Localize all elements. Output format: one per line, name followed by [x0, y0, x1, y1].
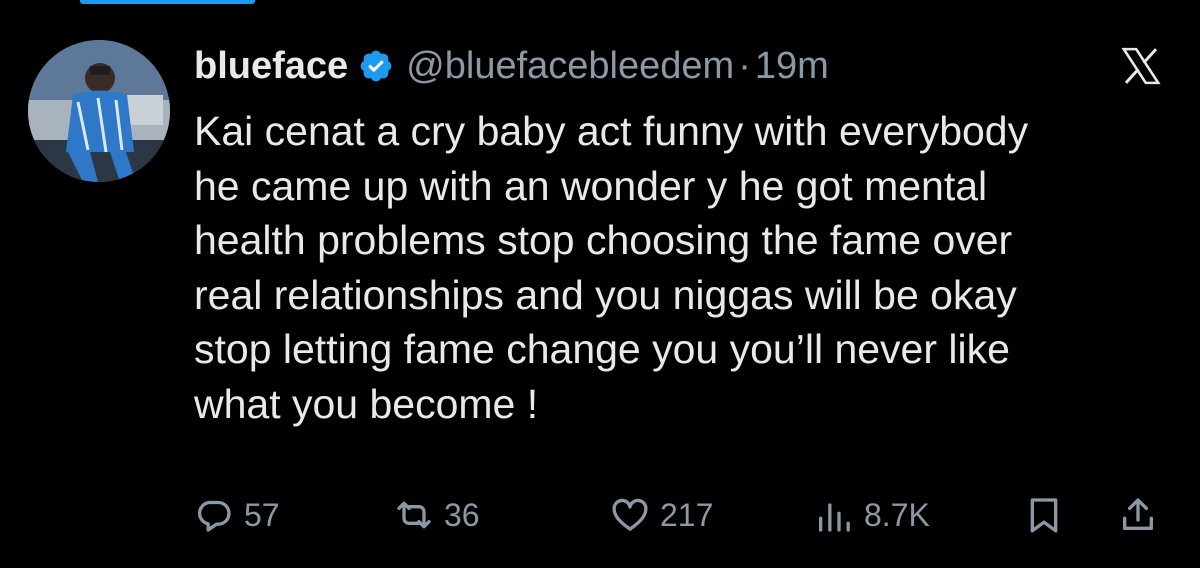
tweet-timestamp[interactable]: 19m — [755, 45, 829, 88]
verified-badge-icon — [360, 50, 392, 82]
x-logo-icon — [1121, 47, 1161, 85]
heart-icon — [612, 498, 648, 531]
bookmark-button[interactable] — [1024, 492, 1064, 538]
tweet-actions: 57 36 217 8.7K — [194, 492, 1184, 538]
views-button[interactable]: 8.7K — [814, 492, 930, 538]
share-icon — [1123, 498, 1153, 530]
views-count: 8.7K — [864, 496, 930, 533]
reply-count: 57 — [244, 496, 280, 533]
avatar[interactable] — [28, 40, 170, 182]
separator-dot: · — [738, 44, 751, 87]
views-icon — [819, 503, 850, 532]
author-handle[interactable]: @bluefacebleedem — [406, 45, 734, 88]
bookmark-icon — [1030, 498, 1058, 533]
reply-button[interactable]: 57 — [194, 492, 280, 538]
top-accent-bar — [80, 0, 255, 4]
avatar-image — [28, 40, 170, 182]
tweet-header: blueface @bluefacebleedem · 19m — [194, 40, 829, 92]
repost-count: 36 — [444, 496, 480, 533]
share-button[interactable] — [1118, 492, 1158, 538]
like-count: 217 — [660, 496, 714, 533]
tweet-text: Kai cenat a cry baby act funny with ever… — [194, 108, 1029, 427]
reply-icon — [197, 500, 231, 532]
like-button[interactable]: 217 — [610, 492, 713, 538]
repost-button[interactable]: 36 — [394, 492, 480, 538]
repost-icon — [397, 501, 431, 529]
author-display-name[interactable]: blueface — [194, 45, 348, 88]
